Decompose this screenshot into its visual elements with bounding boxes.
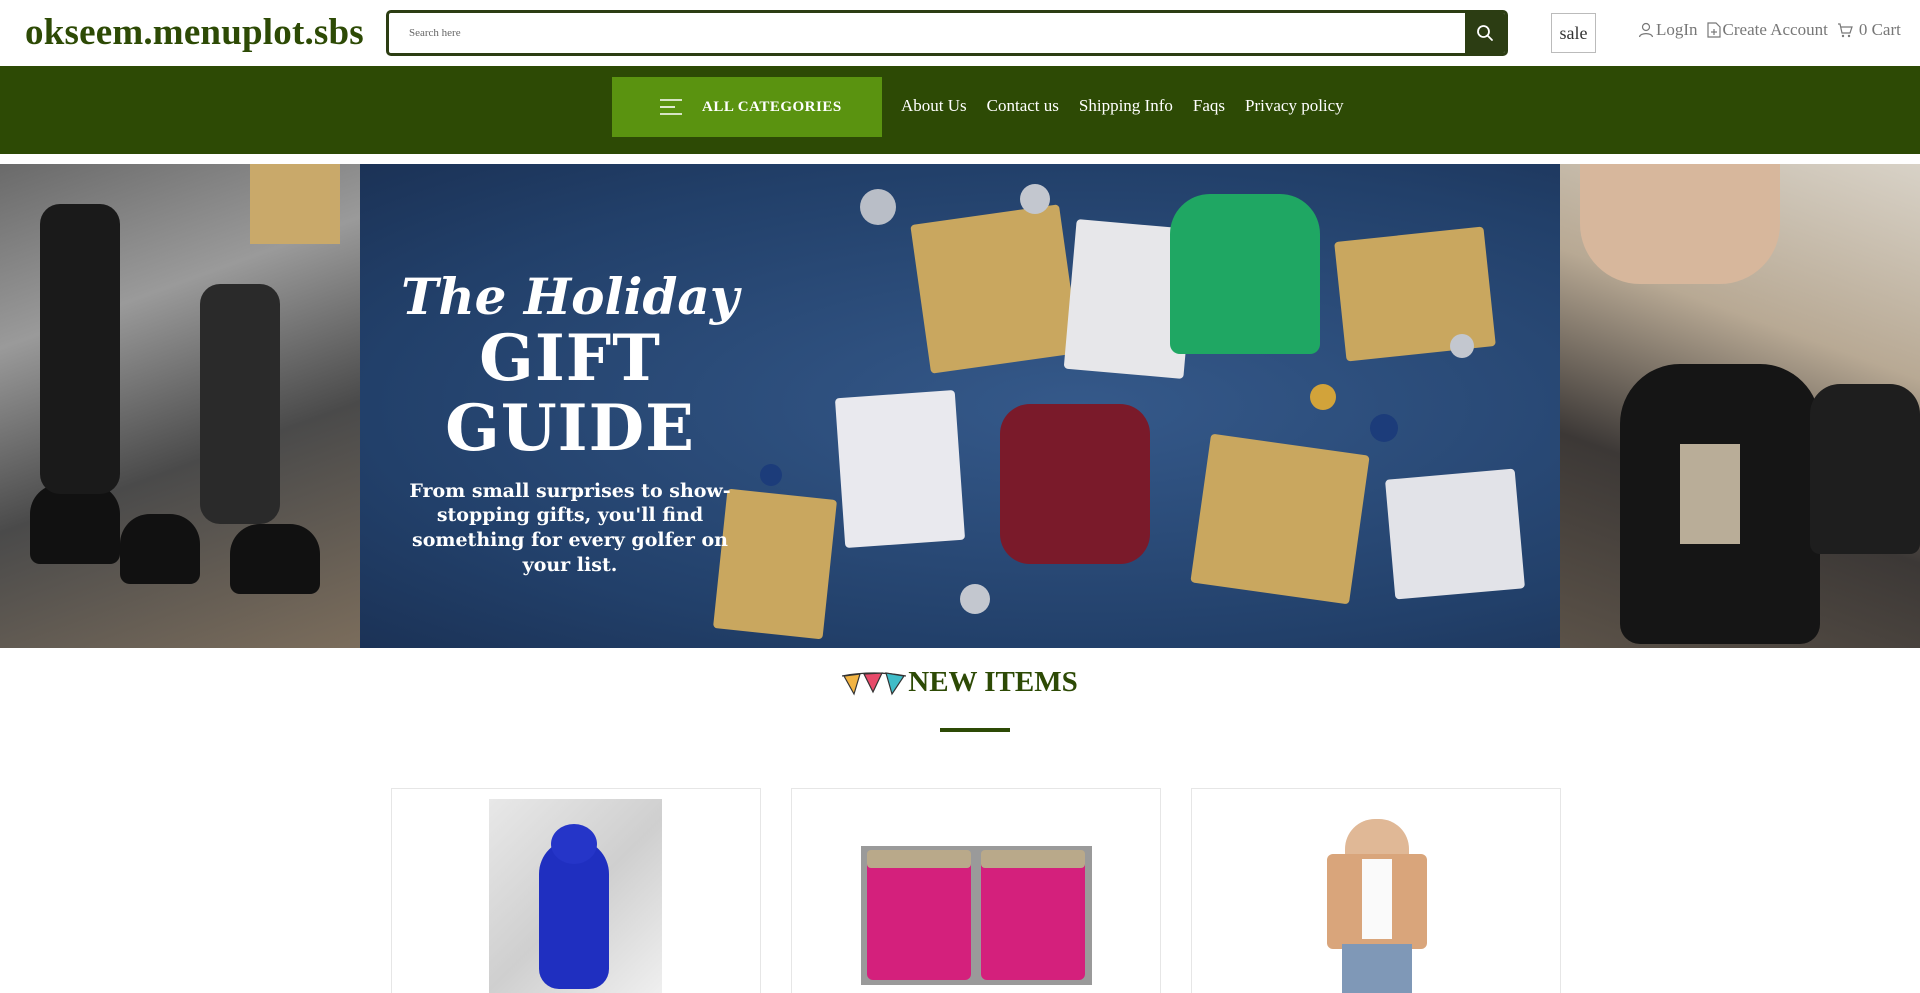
banner-title-main: GIFT GUIDE bbox=[445, 321, 695, 467]
product-image bbox=[1307, 819, 1447, 993]
site-header: okseem.menuplot.sbs sale LogIn Create A bbox=[0, 0, 1920, 66]
search-bar bbox=[386, 10, 1508, 56]
nav-links: About Us Contact us Shipping Info Faqs P… bbox=[901, 66, 1364, 146]
login-label: LogIn bbox=[1656, 20, 1698, 39]
nav-link-about-us[interactable]: About Us bbox=[901, 96, 967, 116]
cart-label: 0 Cart bbox=[1858, 20, 1901, 39]
nav-link-faqs[interactable]: Faqs bbox=[1193, 96, 1225, 116]
nav-link-shipping-info[interactable]: Shipping Info bbox=[1079, 96, 1173, 116]
product-card[interactable] bbox=[391, 788, 761, 993]
cart-link[interactable]: 0 Cart bbox=[1837, 20, 1901, 40]
user-links: LogIn Create Account 0 Cart bbox=[1638, 20, 1910, 40]
nav-link-contact-us[interactable]: Contact us bbox=[987, 96, 1059, 116]
menu-icon bbox=[660, 99, 682, 115]
hero-banner[interactable]: The Holiday GIFT GUIDE From small surpri… bbox=[0, 164, 1920, 648]
main-navbar: ALL CATEGORIES About Us Contact us Shipp… bbox=[0, 66, 1920, 154]
login-link[interactable]: LogIn bbox=[1638, 20, 1698, 40]
user-icon bbox=[1638, 22, 1654, 38]
all-categories-label: ALL CATEGORIES bbox=[702, 98, 842, 115]
search-input[interactable] bbox=[389, 13, 1469, 53]
search-icon bbox=[1477, 25, 1493, 41]
banner-subtitle: From small surprises to show-stopping gi… bbox=[409, 479, 731, 576]
product-card[interactable] bbox=[1191, 788, 1561, 993]
create-account-link[interactable]: Create Account bbox=[1706, 20, 1828, 40]
create-account-label: Create Account bbox=[1722, 20, 1828, 39]
nav-link-privacy-policy[interactable]: Privacy policy bbox=[1245, 96, 1344, 116]
banner-title-script: The Holiday bbox=[401, 267, 739, 326]
bunting-flags-icon bbox=[842, 671, 907, 696]
cart-icon bbox=[1837, 23, 1853, 38]
new-items-heading: NEW ITEMS bbox=[0, 666, 1920, 699]
new-items-title: NEW ITEMS bbox=[908, 666, 1078, 698]
product-card[interactable] bbox=[791, 788, 1161, 993]
product-image bbox=[861, 846, 1092, 985]
section-underline bbox=[940, 728, 1010, 732]
search-button[interactable] bbox=[1465, 13, 1505, 53]
banner-text: The Holiday GIFT GUIDE From small surpri… bbox=[360, 272, 780, 578]
product-image bbox=[489, 799, 662, 993]
site-logo[interactable]: okseem.menuplot.sbs bbox=[25, 11, 364, 54]
banner-boots-photo-right bbox=[1560, 164, 1920, 648]
add-document-icon bbox=[1706, 22, 1721, 38]
sale-link[interactable]: sale bbox=[1551, 13, 1596, 53]
banner-boots-photo-left bbox=[0, 164, 360, 648]
all-categories-button[interactable]: ALL CATEGORIES bbox=[612, 77, 882, 137]
